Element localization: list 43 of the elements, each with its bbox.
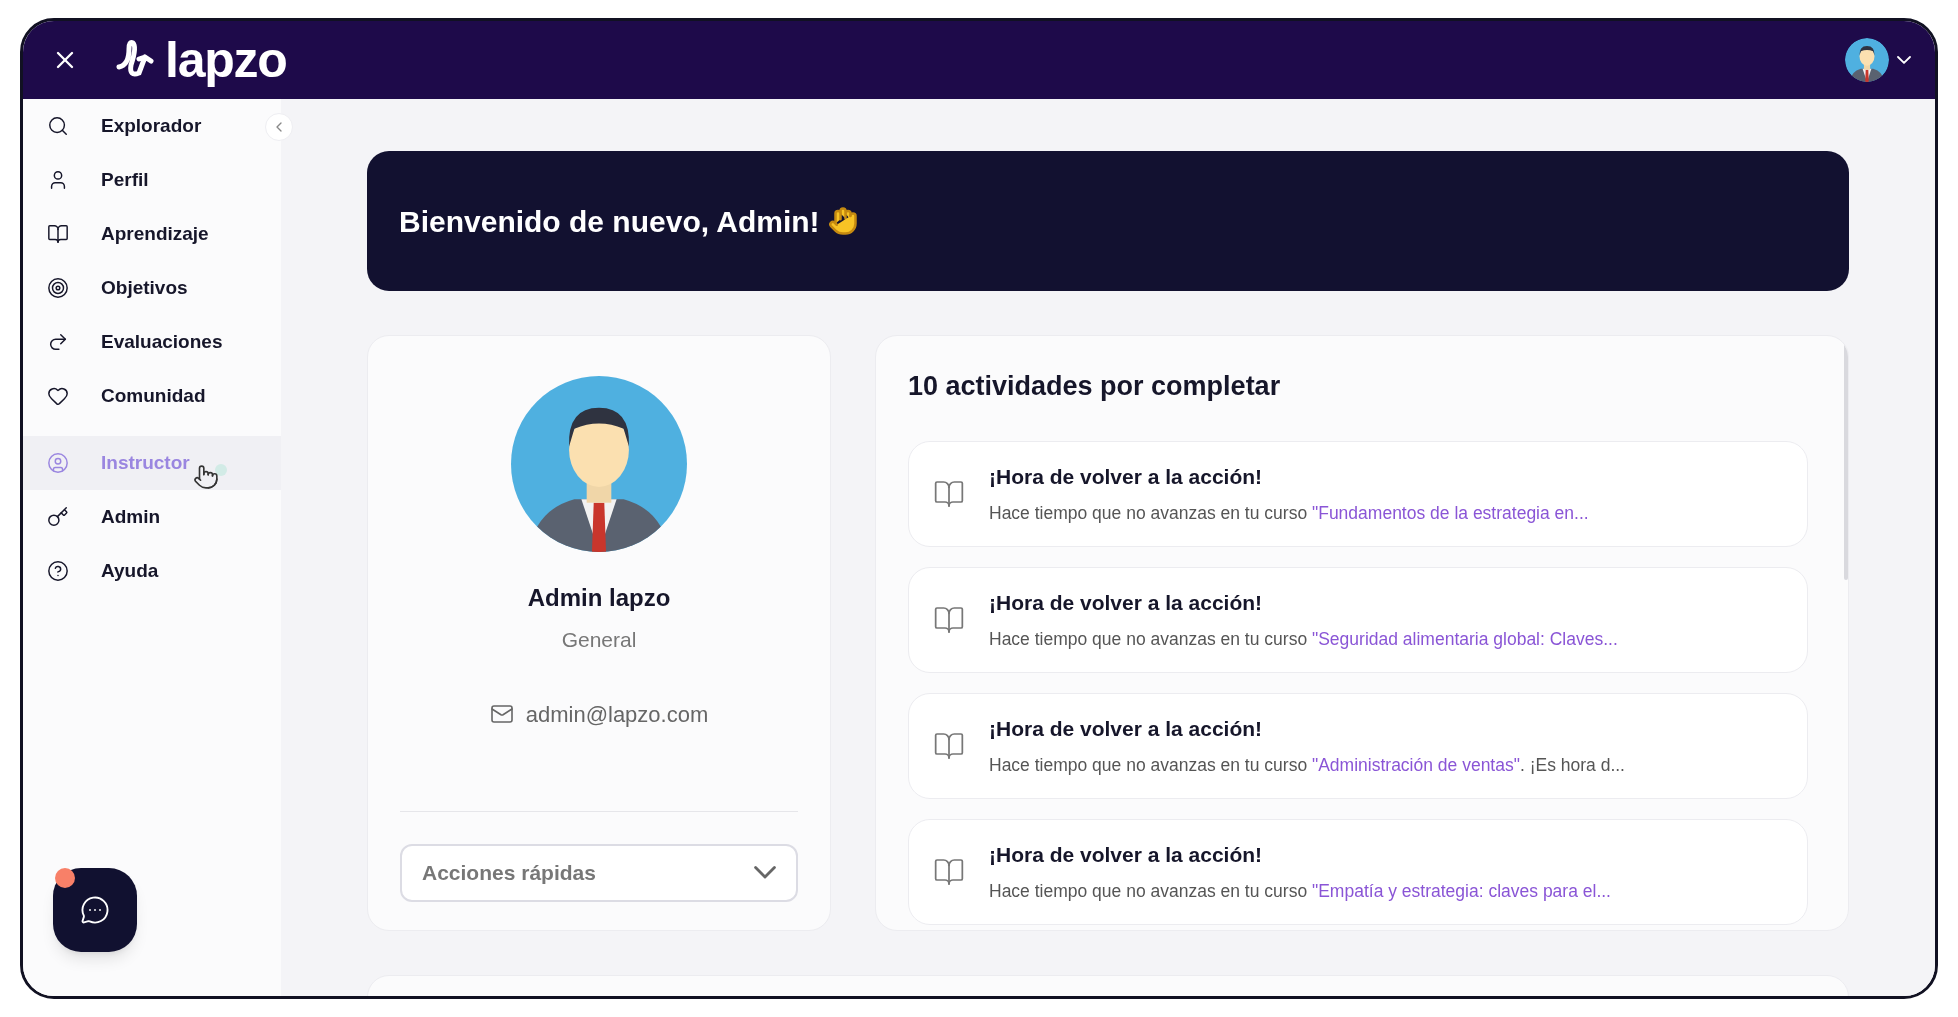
mail-icon xyxy=(489,702,514,726)
activity-title: ¡Hora de volver a la acción! xyxy=(989,715,1264,742)
welcome-title: Bienvenido de nuevo, Admin! xyxy=(399,203,820,240)
nav-item[interactable]: Admin xyxy=(23,490,281,544)
target-icon xyxy=(47,277,69,299)
chevron-down-icon xyxy=(754,866,776,879)
activity-message: Hace tiempo que no avanzas en tu curso "Fundamentos de la estrategia en... xyxy=(989,502,1589,526)
activity-title: ¡Hora de volver a la acción! xyxy=(989,463,1264,490)
activity-card[interactable]: ¡Hora de volver a la acción! Hace tiempo que no avanzas en tu curso "Administración de ventas". ¡Es hora d... xyxy=(908,692,1808,799)
hand-cursor-icon xyxy=(193,464,219,490)
arrow-icon xyxy=(47,331,69,353)
profile-role: General xyxy=(561,627,637,653)
nav-item[interactable]: Evaluaciones xyxy=(23,315,281,369)
chat-button[interactable] xyxy=(53,868,137,952)
logo-text: lapzo xyxy=(165,35,287,85)
book-icon xyxy=(47,223,69,245)
activity-message: Hace tiempo que no avanzas en tu curso "Empatía y estrategia: claves para el... xyxy=(989,880,1611,904)
chat-icon xyxy=(80,895,110,925)
activities-title: 10 actividades por completar xyxy=(908,370,1282,403)
activity-card[interactable]: ¡Hora de volver a la acción! Hace tiempo que no avanzas en tu curso "Empatía y estrategia: claves para el... xyxy=(908,818,1808,925)
activity-card[interactable]: ¡Hora de volver a la acción! Hace tiempo que no avanzas en tu curso "Seguridad alimentaria global: Claves... xyxy=(908,566,1808,673)
chevron-down-icon[interactable] xyxy=(1897,56,1911,64)
waving-hand-icon xyxy=(827,206,858,236)
profile-name: Admin lapzo xyxy=(527,583,671,613)
user-avatar xyxy=(1845,38,1889,82)
search-icon xyxy=(47,115,69,137)
user-circle-icon xyxy=(47,452,69,474)
quick-actions-dropdown[interactable]: Acciones rápidas xyxy=(400,843,798,902)
activity-title: ¡Hora de volver a la acción! xyxy=(989,841,1264,868)
profile-email: admin@lapzo.com xyxy=(525,700,709,729)
activity-card[interactable]: ¡Hora de volver a la acción! Hace tiempo que no avanzas en tu curso "Fundamentos de la estrategia en... xyxy=(908,440,1808,547)
nav-item[interactable]: Perfil xyxy=(23,153,281,207)
nav-item[interactable]: Ayuda xyxy=(23,544,281,598)
help-icon xyxy=(47,560,69,582)
activity-title: ¡Hora de volver a la acción! xyxy=(989,589,1264,616)
activity-message: Hace tiempo que no avanzas en tu curso "Administración de ventas". ¡Es hora d... xyxy=(989,754,1625,778)
nav-item[interactable]: Aprendizaje xyxy=(23,207,281,261)
nav-item[interactable]: Comunidad xyxy=(23,369,281,423)
key-icon xyxy=(47,506,69,528)
heart-icon xyxy=(47,385,69,407)
nav-item[interactable]: Explorador xyxy=(23,99,281,153)
nav-item[interactable]: Objetivos xyxy=(23,261,281,315)
activity-message: Hace tiempo que no avanzas en tu curso "Seguridad alimentaria global: Claves... xyxy=(989,628,1618,652)
